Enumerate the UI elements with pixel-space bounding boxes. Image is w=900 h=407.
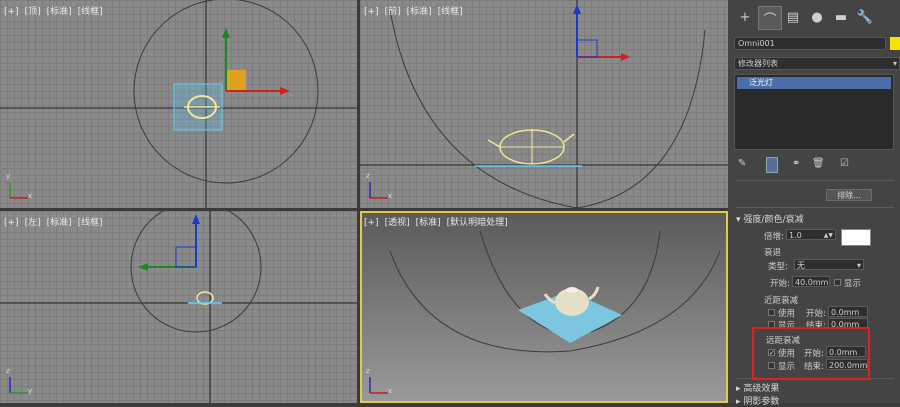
viewport-left-label[interactable]: [+] [左] [标准] [线框] [4,215,109,228]
display-tab[interactable]: ▬ [830,6,852,28]
utilities-tab[interactable]: 🔧 [854,6,876,28]
decay-start-spinner[interactable]: 40.0mm [792,276,830,287]
axis-tripod: z y [6,367,33,395]
decay-show-label: 显示 [844,279,862,289]
decay-label: 衰退 [764,248,782,258]
motion-tab[interactable]: ● [806,6,828,28]
axis-tripod: z x [366,172,393,200]
modifier-stack-item[interactable]: 泛光灯 [737,77,891,89]
object-name-input[interactable]: Omni001 [734,37,886,50]
utilities-icon: 🔧 [856,9,874,25]
top-viewport-scene [0,0,357,208]
shadow-params-rollout[interactable]: ▸ 阴影参数 [736,394,779,407]
viewport-front-label[interactable]: [+] [前] [标准] [线框] [364,4,469,17]
stack-toolbar: ✎ ⚭ 🗑 ☑ [736,157,896,173]
modifier-stack[interactable]: 泛光灯 [734,74,894,150]
create-tab[interactable]: + [734,6,756,28]
viewport-left[interactable]: [+] [左] [标准] [线框] z y [0,211,357,403]
decay-start-label: 开始: [770,279,790,289]
viewport-perspective-label[interactable]: [+] [透视] [标准] [默认明暗处理] [364,215,514,228]
chevron-down-icon: ▾ [856,261,861,270]
advanced-effects-rollout[interactable]: ▸ 高级效果 [736,381,779,394]
expand-icon: ▸ [736,384,741,394]
modify-tab[interactable]: ⌒ [758,6,782,30]
perspective-viewport-scene [389,230,721,353]
plus-icon: + [739,9,751,25]
expand-icon: ▸ [736,397,741,407]
near-use-checkbox[interactable] [768,309,775,316]
axis-tripod: z x [366,367,393,395]
decay-type-dropdown[interactable]: 无 ▾ [794,259,864,270]
viewport-perspective[interactable]: [+] [透视] [标准] [默认明暗处理] z x [360,211,728,403]
axis-tripod: y x [6,172,33,200]
multiplier-spinner[interactable]: 1.0 ▲▼ [786,229,836,240]
decay-type-label: 类型: [768,262,788,272]
command-panel-tabs: + ⌒ ▤ ● ▬ 🔧 [728,6,900,32]
chevron-down-icon: ▾ [892,59,897,68]
viewport-front[interactable]: [+] [前] [标准] [线框] z x [360,0,728,208]
annotation-highlight-box [752,327,870,380]
hierarchy-tab[interactable]: ▤ [782,6,804,28]
near-atten-title: 近距衰减 [764,296,799,306]
modifier-list-dropdown[interactable]: 修改器列表 ▾ [734,57,900,70]
near-start-label: 开始: [806,309,826,319]
exclude-button[interactable]: 排除... [826,189,872,201]
make-unique-icon[interactable]: ⚭ [792,158,800,169]
display-icon: ▬ [834,9,848,25]
remove-modifier-icon[interactable]: 🗑 [812,158,825,169]
collapse-icon: ▾ [736,215,741,225]
viewport-top-label[interactable]: [+] [顶] [标准] [线框] [4,4,109,17]
viewport-top[interactable]: [+] [顶] [标准] [线框] y x [0,0,357,208]
intensity-rollout-title[interactable]: ▾ 强度/颜色/衰减 [736,212,803,225]
multiplier-label: 倍增: [764,232,784,242]
modify-icon: ⌒ [763,12,777,28]
front-viewport-scene [360,0,728,208]
left-viewport-scene [0,211,357,403]
near-start-spinner[interactable]: 0.0mm [828,306,868,317]
light-color-swatch[interactable] [841,229,871,246]
pin-stack-icon[interactable]: ✎ [738,158,746,169]
object-color-swatch[interactable] [890,37,900,50]
near-use-label: 使用 [778,309,796,319]
show-end-result-icon[interactable] [766,157,778,173]
hierarchy-icon: ▤ [786,9,800,25]
motion-icon: ● [811,9,823,25]
decay-show-checkbox[interactable] [834,279,841,286]
configure-modifier-sets-icon[interactable]: ☑ [840,158,849,169]
